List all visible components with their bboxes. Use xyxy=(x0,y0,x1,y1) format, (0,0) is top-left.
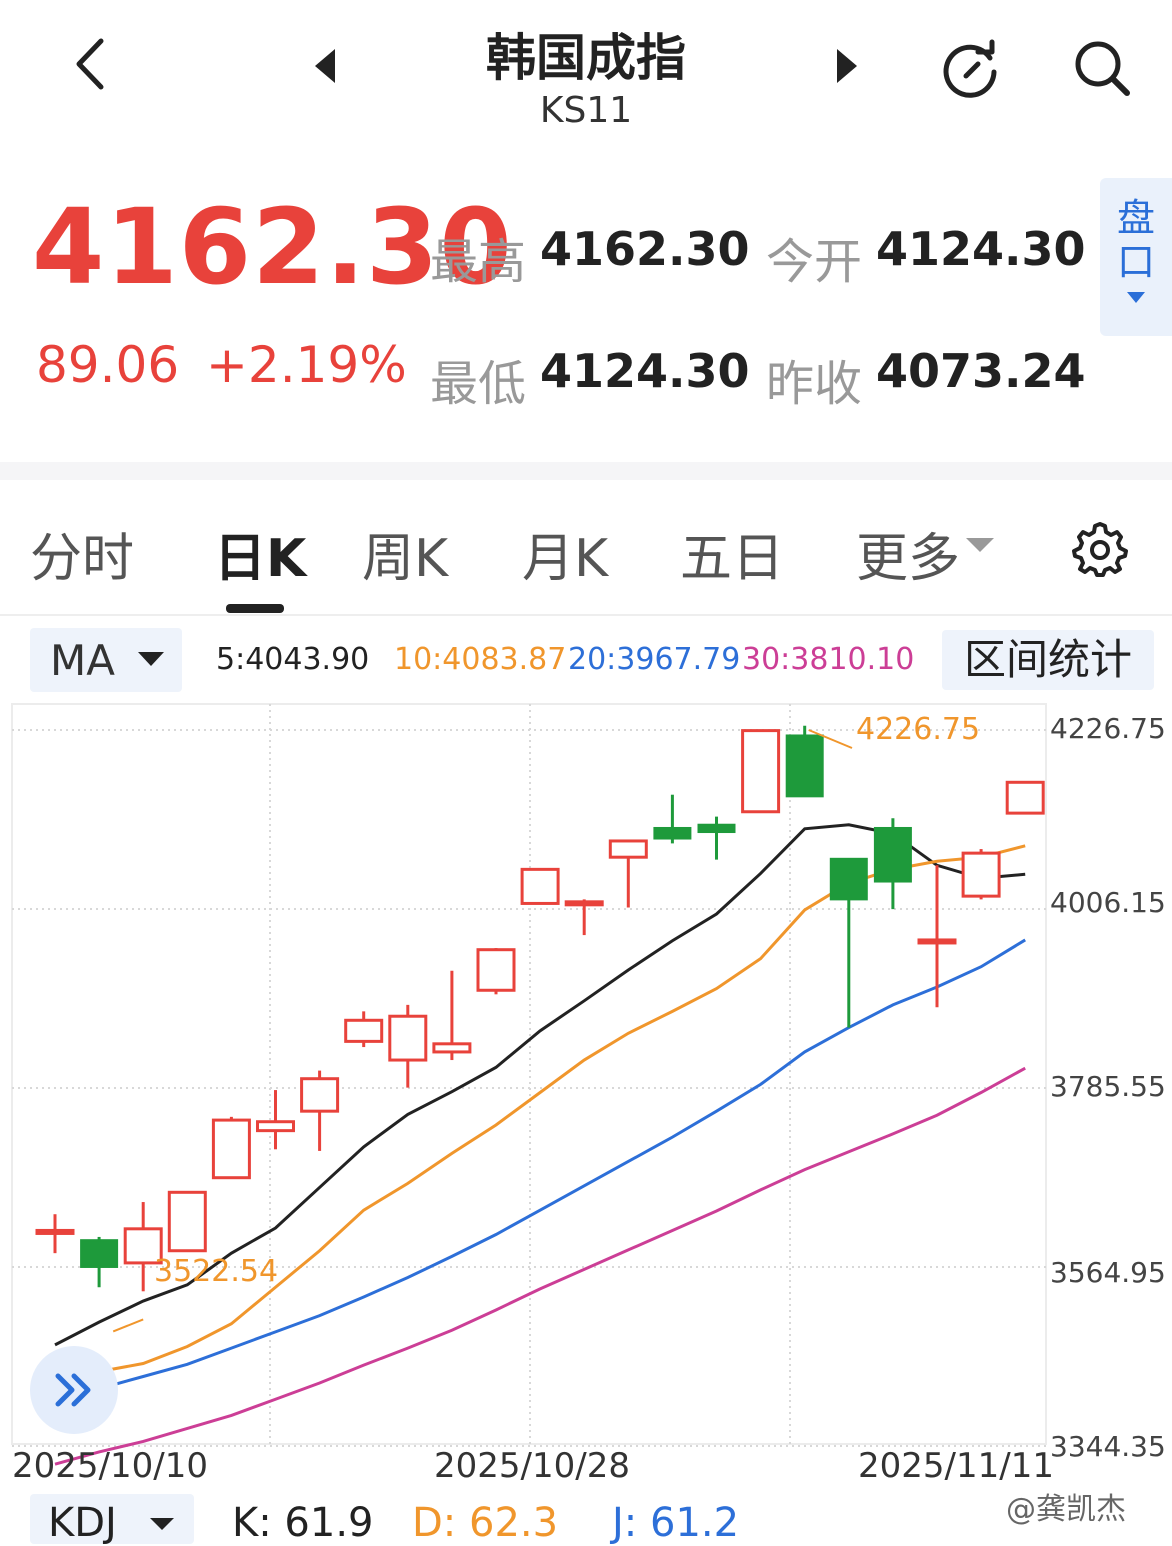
x-tick-label: 2025/11/11 xyxy=(858,1446,1054,1486)
expand-button[interactable] xyxy=(30,1346,118,1434)
candle-body xyxy=(432,1042,472,1054)
plot-frame xyxy=(11,703,1047,1445)
open-label: 今开 xyxy=(766,234,863,290)
candle-body xyxy=(211,1118,251,1180)
candle-body xyxy=(961,851,1001,898)
tab-weekly-k[interactable]: 周K xyxy=(362,516,448,591)
y-tick-label: 4006.15 xyxy=(1050,886,1166,919)
double-chevron-right-icon xyxy=(55,1373,91,1407)
candle-body xyxy=(785,734,824,798)
triangle-right-icon xyxy=(837,49,857,83)
search-button[interactable] xyxy=(1066,32,1138,104)
candlestick-chart[interactable] xyxy=(0,700,1172,1490)
min-marker-line xyxy=(112,1318,144,1333)
candle-body xyxy=(388,1014,428,1062)
candle-body xyxy=(167,1190,207,1253)
ma10-legend: 10:4083.87 xyxy=(394,642,567,677)
active-tab-indicator xyxy=(226,604,284,613)
indicator-selected: MA xyxy=(50,636,115,685)
refresh-icon xyxy=(943,39,997,98)
x-tick-label: 2025/10/28 xyxy=(434,1446,630,1486)
candle-body xyxy=(80,1239,119,1268)
high-value: 4162.30 xyxy=(540,222,750,276)
order-book-label-1: 盘 xyxy=(1116,196,1155,240)
kdj-k-value: K: 61.9 xyxy=(232,1500,374,1546)
candle-body xyxy=(741,729,781,814)
candle-body xyxy=(344,1018,384,1043)
caret-down-icon xyxy=(138,652,164,666)
candle-body xyxy=(653,826,692,840)
low-label: 最低 xyxy=(430,356,527,412)
watermark: @龚凯杰 xyxy=(1006,1492,1126,1527)
candle-body xyxy=(520,867,560,905)
candle-body xyxy=(608,839,648,859)
ma5-legend: 5:4043.90 xyxy=(216,642,370,677)
candle-body xyxy=(917,938,957,945)
candle-body xyxy=(476,948,516,992)
candle-body xyxy=(564,900,604,907)
search-icon xyxy=(1075,41,1130,96)
gear-icon xyxy=(1072,522,1128,577)
ma10-line xyxy=(54,844,1026,1384)
tab-daily-k[interactable]: 日K xyxy=(214,516,306,591)
price-change: 89.06 xyxy=(36,336,180,394)
prev-close-label: 昨收 xyxy=(766,356,863,412)
caret-down-icon xyxy=(150,1518,174,1530)
open-value: 4124.30 xyxy=(876,222,1086,276)
low-value: 4124.30 xyxy=(540,344,750,398)
order-book-button[interactable]: 盘 口 xyxy=(1100,178,1172,336)
tab-separator xyxy=(0,614,1172,616)
candle-body xyxy=(1005,780,1045,815)
kdj-selected: KDJ xyxy=(48,1500,117,1546)
y-tick-label: 3785.55 xyxy=(1050,1070,1166,1103)
prev-close-value: 4073.24 xyxy=(876,344,1086,398)
ma20-line xyxy=(54,938,1026,1402)
candle-body xyxy=(697,823,736,834)
min-price-label: 3522.54 xyxy=(154,1254,279,1289)
ma20-legend: 20:3967.79 xyxy=(568,642,741,677)
x-tick-label: 2025/10/10 xyxy=(12,1446,208,1486)
tab-intraday[interactable]: 分时 xyxy=(30,516,134,591)
chart-settings-button[interactable] xyxy=(1068,518,1132,582)
candle-body xyxy=(35,1228,75,1235)
price-change-percent: +2.19% xyxy=(206,336,407,394)
candle-body xyxy=(300,1077,340,1113)
tab-monthly-k[interactable]: 月K xyxy=(522,516,608,591)
kdj-d-value: D: 62.3 xyxy=(412,1500,559,1546)
refresh-button[interactable] xyxy=(934,32,1006,104)
order-book-label-2: 口 xyxy=(1116,240,1155,284)
candle-body xyxy=(873,826,912,883)
max-price-label: 4226.75 xyxy=(856,712,981,747)
section-divider xyxy=(0,462,1172,480)
next-stock-button[interactable] xyxy=(826,44,866,88)
y-tick-label: 4226.75 xyxy=(1050,712,1166,745)
caret-down-icon xyxy=(966,538,994,552)
caret-down-icon xyxy=(1127,292,1145,303)
high-label: 最高 xyxy=(430,234,527,290)
kdj-j-value: J: 61.2 xyxy=(612,1500,740,1546)
candle-body xyxy=(256,1120,295,1133)
tab-five-day[interactable]: 五日 xyxy=(680,516,784,591)
y-tick-label: 3564.95 xyxy=(1050,1256,1166,1289)
tab-more[interactable]: 更多 xyxy=(856,516,960,591)
ma30-legend: 30:3810.10 xyxy=(742,642,915,677)
candle-body xyxy=(829,857,868,901)
y-tick-label: 3344.35 xyxy=(1050,1430,1166,1463)
range-stats-button[interactable]: 区间统计 xyxy=(942,630,1154,690)
